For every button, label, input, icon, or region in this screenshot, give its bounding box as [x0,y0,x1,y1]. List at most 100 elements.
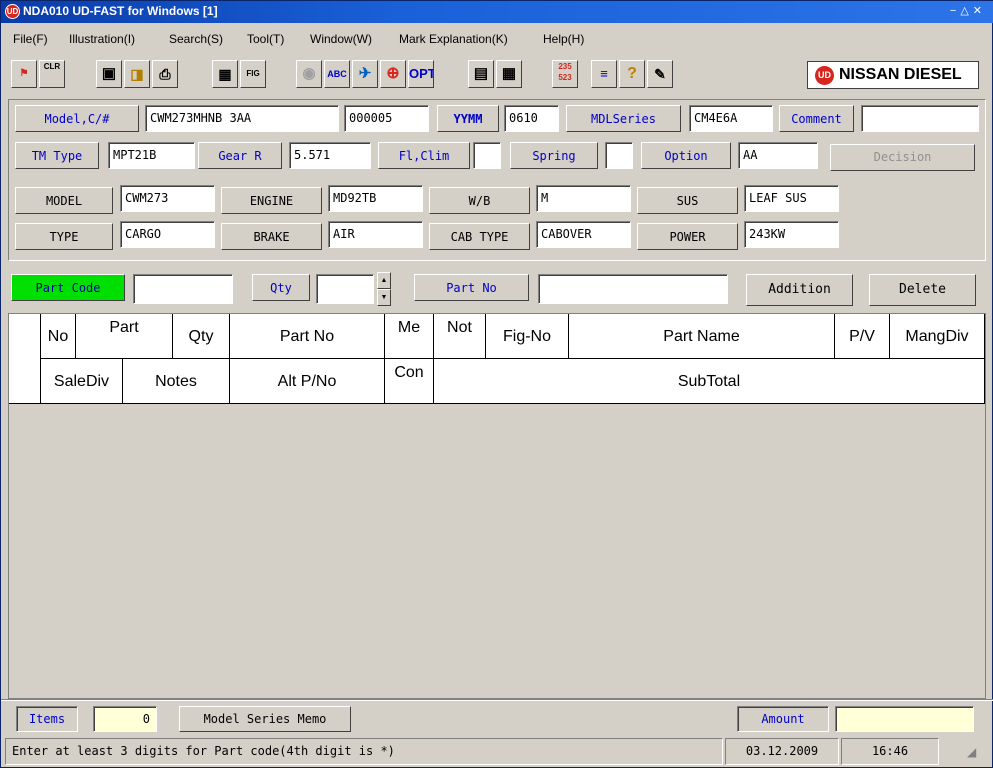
col-notes[interactable]: Notes [123,359,230,404]
title-bar[interactable]: UD NDA010 UD-FAST for Windows [1] −△✕ [1,1,993,23]
spring-label[interactable]: Spring [510,142,598,169]
number-button[interactable]: 235 523 [552,60,578,88]
col-salediv[interactable]: SaleDiv [41,359,123,404]
delete-button[interactable]: Delete [869,274,976,306]
menu-mark-explanation[interactable]: Mark Explanation(K) [399,32,508,46]
part-code-label[interactable]: Part Code [11,274,125,301]
open-folder-icon[interactable]: ◨ [124,60,150,88]
items-count: 0 [93,706,157,732]
col-part-no[interactable]: Part No [230,314,385,359]
serial-field[interactable]: 000005 [344,105,429,132]
minimize-icon[interactable]: − [950,5,960,17]
col-subtotal[interactable]: SubTotal [434,359,985,404]
status-date: 03.12.2009 [725,738,839,765]
spin-up-icon[interactable]: ▲ [377,272,391,289]
add-circle-icon[interactable]: ⊕ [380,60,406,88]
col-pv[interactable]: P/V [835,314,890,359]
window-controls[interactable]: −△✕ [950,4,986,17]
brake-label: BRAKE [221,223,322,250]
decision-button[interactable]: Decision [830,144,975,171]
mdlseries-field[interactable]: CM4E6A [689,105,773,132]
restore-icon[interactable]: △ [960,5,972,17]
abc-button[interactable]: ABC [324,60,350,88]
qty-label[interactable]: Qty [252,274,310,301]
col-fig-no[interactable]: Fig-No [486,314,569,359]
col-part-name[interactable]: Part Name [569,314,835,359]
option-label[interactable]: Option [641,142,731,169]
book-icon[interactable]: ▤ [468,60,494,88]
exit-icon[interactable]: ⚑ [11,60,37,88]
edit-icon[interactable]: ✎ [647,60,673,88]
col-part[interactable]: Part [76,314,173,359]
footer-separator [1,699,993,701]
app-window: UD NDA010 UD-FAST for Windows [1] −△✕ Fi… [0,0,993,768]
type-field[interactable]: CARGO [120,221,215,248]
fl-clim-field[interactable] [473,142,501,169]
grid-icon[interactable]: ▦ [212,60,238,88]
col-con[interactable]: Con [385,359,434,404]
model-series-memo-button[interactable]: Model Series Memo [179,706,351,732]
part-no-label[interactable]: Part No [414,274,529,301]
menu-help[interactable]: Help(H) [543,32,584,46]
wb-label: W/B [429,187,530,214]
lw-icon[interactable]: ≡ [591,60,617,88]
fl-clim-label[interactable]: Fl,Clim [378,142,470,169]
model-field[interactable]: CWM273 [120,185,215,212]
qty-stepper[interactable]: ▲ ▼ [377,272,391,308]
opt-button[interactable]: OPT [408,60,434,88]
parts-grid[interactable]: No Part Qty Part No Me Not Fig-No Part N… [8,313,986,699]
menu-tool[interactable]: Tool(T) [247,32,284,46]
tm-type-label[interactable]: TM Type [15,142,99,169]
spin-down-icon[interactable]: ▼ [377,289,391,306]
search-picture-icon[interactable]: ✈ [352,60,378,88]
cab-type-field[interactable]: CABOVER [536,221,631,248]
power-field[interactable]: 243KW [744,221,839,248]
clear-button[interactable]: CLR [39,60,65,88]
mdlseries-label[interactable]: MDLSeries [566,105,681,132]
option-field[interactable]: AA [738,142,818,169]
tm-type-field[interactable]: MPT21B [108,142,195,169]
qty-input[interactable] [316,274,374,304]
close-icon[interactable]: ✕ [973,5,986,17]
fig-button[interactable]: FIG [240,60,266,88]
status-message: Enter at least 3 digits for Part code(4t… [5,738,723,765]
menu-window[interactable]: Window(W) [310,32,372,46]
part-no-input[interactable] [538,274,728,304]
menu-file[interactable]: File(F) [13,32,48,46]
col-mangdiv[interactable]: MangDiv [890,314,985,359]
power-label: POWER [637,223,738,250]
model-cno-field[interactable]: CWM273MHNB 3AA [145,105,339,132]
brake-field[interactable]: AIR [328,221,423,248]
col-alt-pno[interactable]: Alt P/No [230,359,385,404]
addition-button[interactable]: Addition [746,274,853,306]
disc-icon[interactable]: ◉ [296,60,322,88]
part-code-input[interactable] [133,274,233,304]
col-no[interactable]: No [41,314,76,359]
clipboard-icon[interactable]: ▦ [496,60,522,88]
menu-search[interactable]: Search(S) [169,32,223,46]
engine-field[interactable]: MD92TB [328,185,423,212]
model-cno-label[interactable]: Model,C/# [15,105,139,132]
gear-r-field[interactable]: 5.571 [289,142,371,169]
spring-field[interactable] [605,142,633,169]
col-qty[interactable]: Qty [173,314,230,359]
col-me[interactable]: Me [385,314,434,359]
window-title: NDA010 UD-FAST for Windows [1] [23,4,218,18]
model-label: MODEL [15,187,113,214]
comment-field[interactable] [861,105,979,132]
opt-label: OPT [409,66,434,81]
clear-label: CLR [43,62,61,71]
comment-label[interactable]: Comment [779,105,854,132]
sus-field[interactable]: LEAF SUS [744,185,839,212]
wb-field[interactable]: M [536,185,631,212]
print-icon[interactable]: ⎙ [152,60,178,88]
resize-grip-icon[interactable]: ◢ [967,745,976,759]
save-icon[interactable]: ▣ [96,60,122,88]
help-icon[interactable]: ? [619,60,645,88]
menu-illustration[interactable]: Illustration(I) [69,32,135,46]
gear-r-label[interactable]: Gear R [198,142,282,169]
yymm-field[interactable]: 0610 [504,105,559,132]
yymm-label[interactable]: YYMM [437,105,499,132]
cab-type-label: CAB TYPE [429,223,530,250]
col-not[interactable]: Not [434,314,486,359]
